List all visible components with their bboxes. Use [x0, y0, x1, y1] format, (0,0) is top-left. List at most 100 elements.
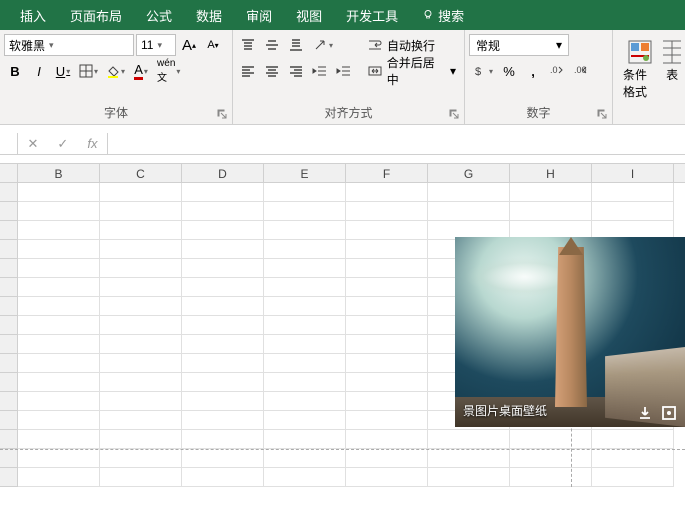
cell[interactable] [264, 411, 346, 430]
cell[interactable] [100, 335, 182, 354]
cell[interactable] [264, 373, 346, 392]
cell[interactable] [346, 221, 428, 240]
cell[interactable] [182, 392, 264, 411]
cell[interactable] [100, 316, 182, 335]
comma-button[interactable]: , [522, 60, 544, 82]
row-header[interactable] [0, 449, 18, 468]
cell[interactable] [18, 316, 100, 335]
cell[interactable] [182, 297, 264, 316]
cell[interactable] [182, 354, 264, 373]
cell[interactable] [264, 297, 346, 316]
cell[interactable] [182, 183, 264, 202]
cell[interactable] [182, 430, 264, 449]
fullscreen-icon[interactable] [661, 405, 677, 421]
cell[interactable] [510, 468, 592, 487]
decrease-indent-button[interactable] [309, 60, 331, 82]
col-header-d[interactable]: D [182, 164, 264, 182]
row-header[interactable] [0, 430, 18, 449]
cell[interactable] [592, 183, 674, 202]
cell[interactable] [18, 183, 100, 202]
cell[interactable] [264, 449, 346, 468]
cell[interactable] [264, 278, 346, 297]
download-icon[interactable] [637, 405, 653, 421]
menu-page-layout[interactable]: 页面布局 [58, 6, 134, 25]
menu-insert[interactable]: 插入 [8, 6, 58, 25]
increase-indent-button[interactable] [333, 60, 355, 82]
cell[interactable] [100, 430, 182, 449]
cell[interactable] [182, 278, 264, 297]
cell[interactable] [264, 259, 346, 278]
cell[interactable] [18, 240, 100, 259]
percent-button[interactable]: % [498, 60, 520, 82]
row-header[interactable] [0, 335, 18, 354]
menu-search[interactable]: 搜索 [410, 6, 476, 25]
cell[interactable] [18, 259, 100, 278]
cell[interactable] [100, 354, 182, 373]
cell[interactable] [18, 392, 100, 411]
orientation-button[interactable]: ▾ [309, 34, 336, 56]
col-header-c[interactable]: C [100, 164, 182, 182]
menu-view[interactable]: 视图 [284, 6, 334, 25]
cell[interactable] [18, 221, 100, 240]
cell[interactable] [264, 335, 346, 354]
cell[interactable] [428, 449, 510, 468]
cell[interactable] [428, 183, 510, 202]
align-top-button[interactable] [237, 34, 259, 56]
align-left-button[interactable] [237, 60, 259, 82]
cell[interactable] [18, 430, 100, 449]
row-header[interactable] [0, 468, 18, 487]
cell[interactable] [346, 278, 428, 297]
increase-decimal-button[interactable]: .0 [546, 60, 568, 82]
cell[interactable] [264, 468, 346, 487]
cell[interactable] [100, 373, 182, 392]
col-header-g[interactable]: G [428, 164, 510, 182]
floating-image[interactable]: 景图片桌面壁纸 [455, 237, 685, 427]
cell[interactable] [182, 468, 264, 487]
number-format-combo[interactable]: 常规▾ [469, 34, 569, 56]
cell[interactable] [182, 221, 264, 240]
bold-button[interactable]: B [4, 60, 26, 82]
cell[interactable] [264, 430, 346, 449]
row-header[interactable] [0, 278, 18, 297]
cell[interactable] [346, 468, 428, 487]
align-center-button[interactable] [261, 60, 283, 82]
cell[interactable] [182, 373, 264, 392]
dialog-launcher-icon[interactable] [448, 108, 460, 120]
dialog-launcher-icon[interactable] [596, 108, 608, 120]
row-header[interactable] [0, 259, 18, 278]
cell[interactable] [100, 240, 182, 259]
cell[interactable] [264, 240, 346, 259]
col-header-h[interactable]: H [510, 164, 592, 182]
menu-review[interactable]: 审阅 [234, 6, 284, 25]
cell[interactable] [100, 259, 182, 278]
cell[interactable] [100, 297, 182, 316]
cell[interactable] [182, 202, 264, 221]
cell[interactable] [18, 411, 100, 430]
formula-input[interactable] [108, 133, 685, 154]
cell[interactable] [346, 316, 428, 335]
align-right-button[interactable] [285, 60, 307, 82]
cell[interactable] [264, 392, 346, 411]
font-color-button[interactable]: A▾ [130, 60, 152, 82]
col-header-f[interactable]: F [346, 164, 428, 182]
name-box[interactable] [0, 133, 18, 155]
row-header[interactable] [0, 354, 18, 373]
cell[interactable] [346, 411, 428, 430]
cell[interactable] [428, 468, 510, 487]
cell[interactable] [18, 468, 100, 487]
cell[interactable] [264, 316, 346, 335]
cell[interactable] [346, 202, 428, 221]
cell[interactable] [18, 202, 100, 221]
cell[interactable] [18, 449, 100, 468]
cell[interactable] [100, 202, 182, 221]
row-header[interactable] [0, 240, 18, 259]
cell[interactable] [182, 335, 264, 354]
format-table-button[interactable]: 表 [663, 34, 681, 87]
row-header[interactable] [0, 183, 18, 202]
cell[interactable] [18, 335, 100, 354]
cell[interactable] [264, 183, 346, 202]
cancel-button[interactable]: ✕ [28, 136, 39, 152]
align-middle-button[interactable] [261, 34, 283, 56]
cell[interactable] [346, 297, 428, 316]
cell[interactable] [346, 335, 428, 354]
